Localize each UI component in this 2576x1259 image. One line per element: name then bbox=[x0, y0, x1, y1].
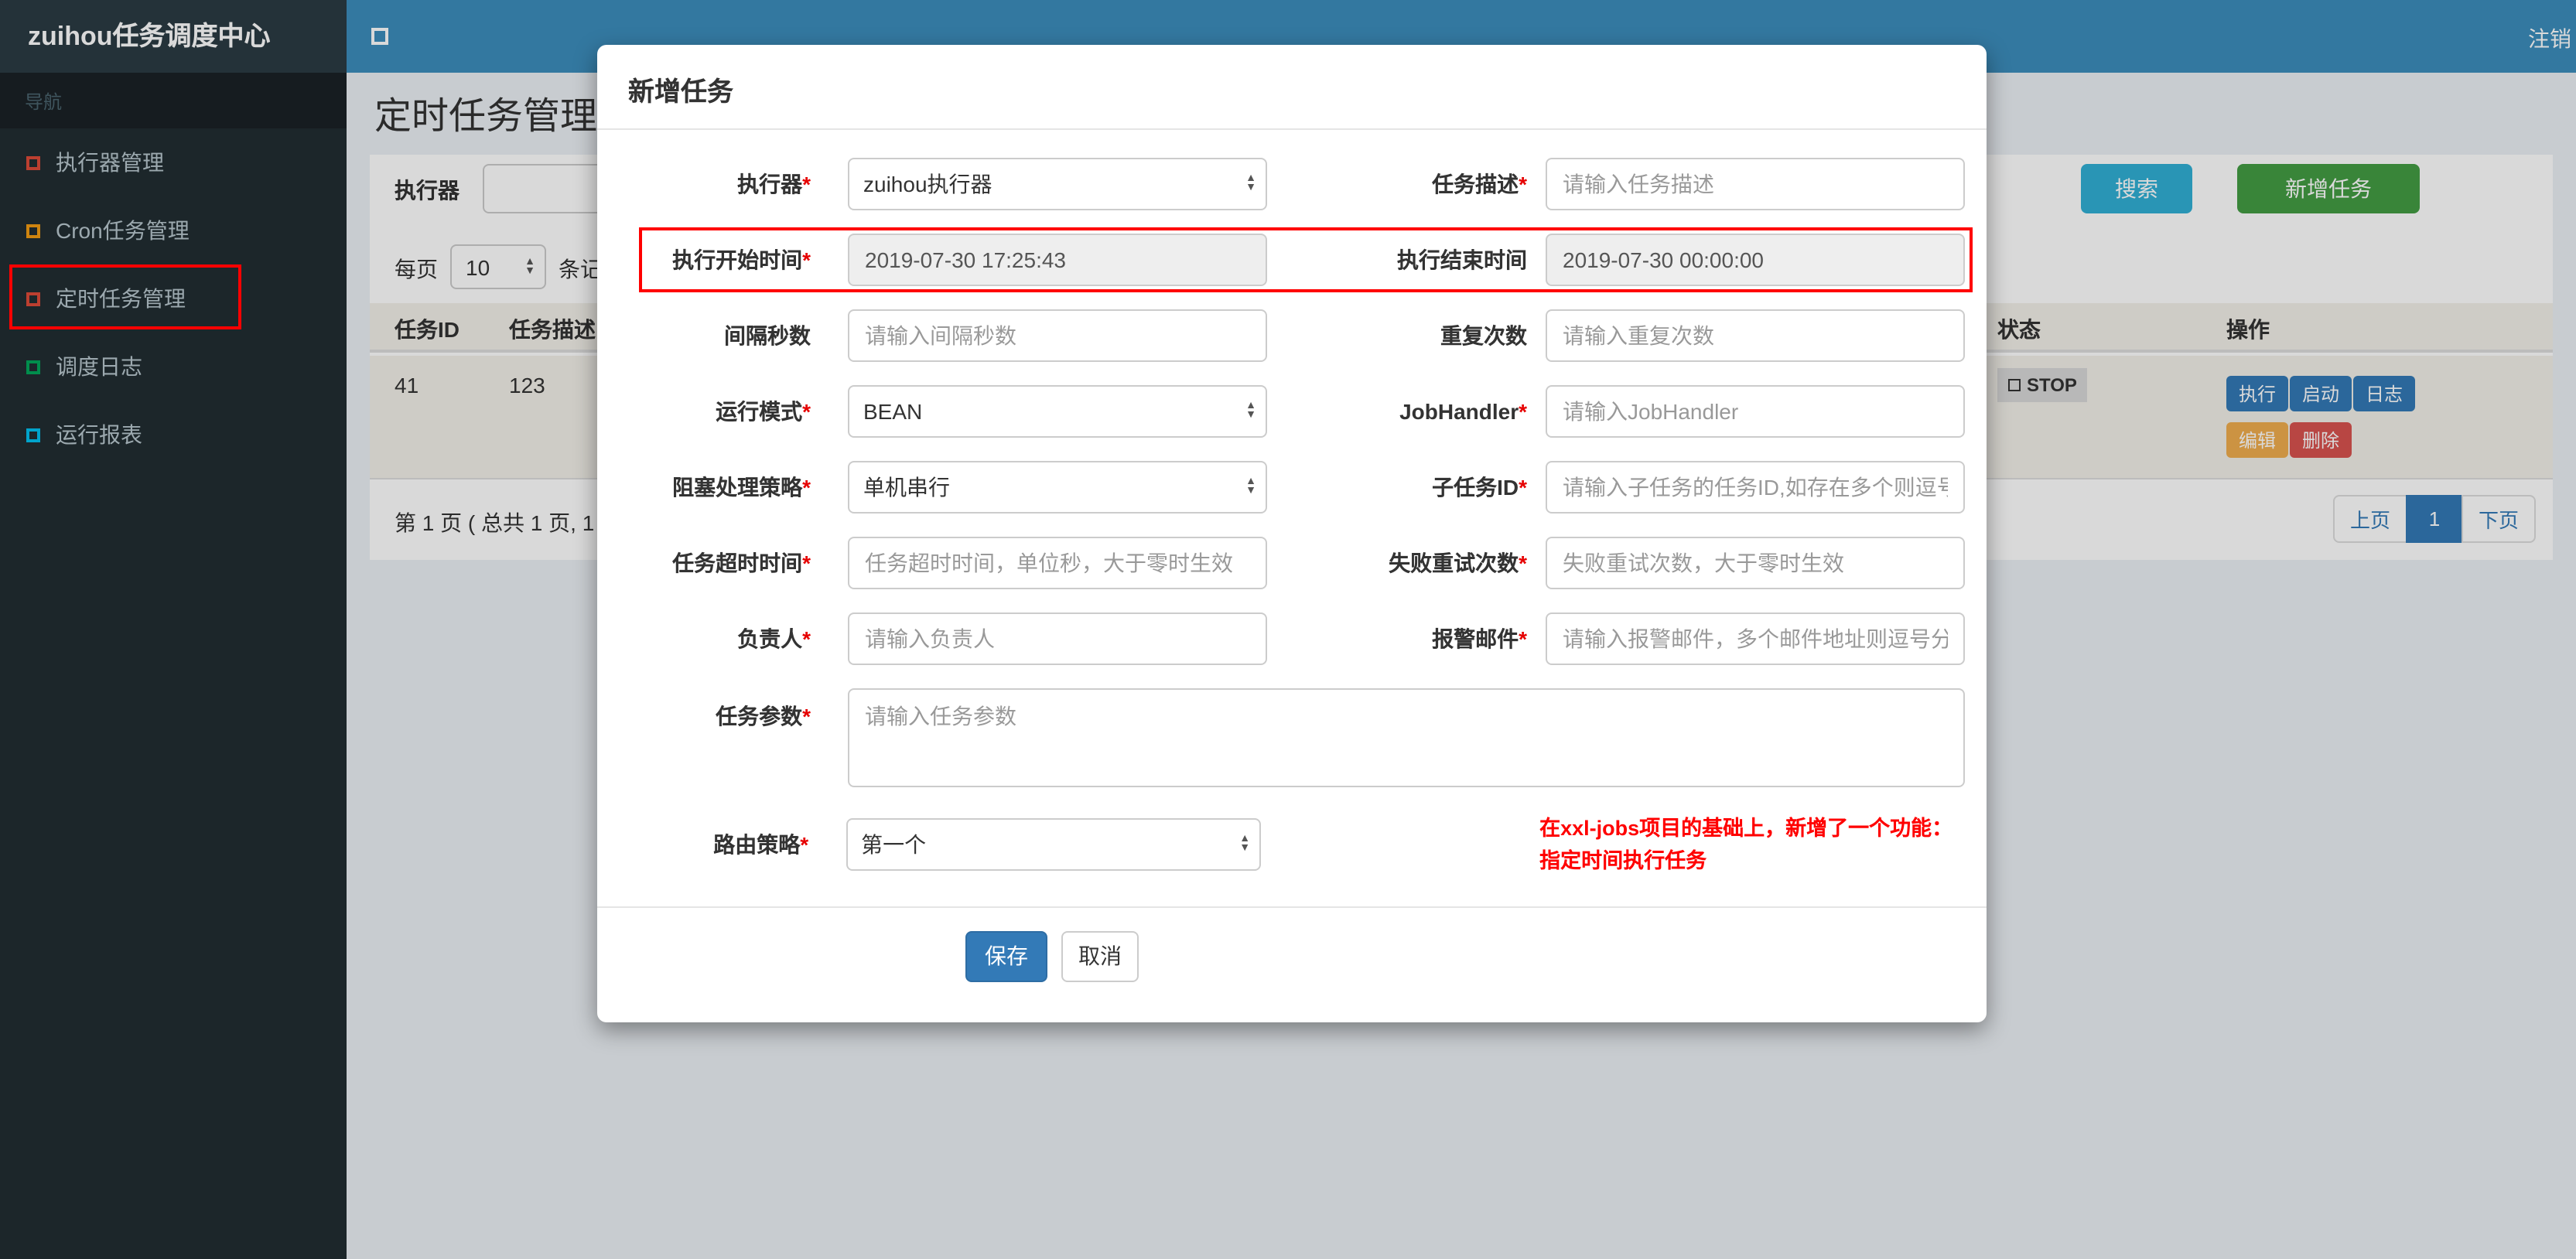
cancel-button[interactable]: 取消 bbox=[1061, 930, 1139, 982]
repeat-count-input[interactable] bbox=[1546, 309, 1965, 362]
required-asterisk: * bbox=[1519, 626, 1527, 651]
route-strategy-select[interactable]: 第一个 ▲ ▼ bbox=[846, 817, 1262, 871]
block-strategy-select[interactable]: 单机串行 ▲ ▼ bbox=[848, 461, 1267, 513]
field-label-block-strategy: 阻塞处理策略* bbox=[672, 475, 811, 500]
select-arrows-icon: ▲ ▼ bbox=[1239, 833, 1251, 854]
job-param-textarea[interactable] bbox=[848, 688, 1965, 787]
run-mode-select-value: BEAN bbox=[863, 399, 923, 424]
executor-select-value: zuihou执行器 bbox=[863, 172, 992, 196]
required-asterisk: * bbox=[1519, 172, 1527, 196]
field-label-owner: 负责人* bbox=[737, 626, 811, 651]
owner-input[interactable] bbox=[848, 612, 1267, 665]
timeout-input[interactable] bbox=[848, 537, 1267, 589]
field-label-interval: 间隔秒数 bbox=[724, 323, 811, 348]
modal-header: 新增任务 bbox=[597, 45, 1987, 130]
required-asterisk: * bbox=[802, 399, 811, 424]
field-label-run-mode: 运行模式* bbox=[716, 399, 811, 424]
required-asterisk: * bbox=[802, 551, 811, 575]
field-label-job-param: 任务参数* bbox=[716, 704, 811, 728]
interval-input[interactable] bbox=[848, 309, 1267, 362]
run-mode-select[interactable]: BEAN ▲ ▼ bbox=[848, 385, 1267, 438]
child-job-id-input[interactable] bbox=[1546, 461, 1965, 513]
retry-count-input[interactable] bbox=[1546, 537, 1965, 589]
field-label-timeout: 任务超时时间* bbox=[672, 551, 811, 575]
required-asterisk: * bbox=[802, 626, 811, 651]
required-asterisk: * bbox=[800, 831, 809, 857]
field-label-repeat: 重复次数 bbox=[1440, 323, 1527, 348]
end-time-input[interactable] bbox=[1546, 234, 1965, 286]
required-asterisk: * bbox=[1519, 551, 1527, 575]
required-asterisk: * bbox=[1519, 475, 1527, 500]
app-viewport: zuihou任务调度中心 注销 导航 执行器管理 Cron任务管理 定时任务管理… bbox=[0, 0, 2576, 1259]
field-label-executor: 执行器* bbox=[737, 172, 811, 196]
required-asterisk: * bbox=[802, 247, 811, 272]
select-arrows-icon: ▲ ▼ bbox=[1245, 476, 1256, 496]
required-asterisk: * bbox=[1519, 399, 1527, 424]
modal-title: 新增任务 bbox=[628, 77, 733, 107]
required-asterisk: * bbox=[802, 475, 811, 500]
field-label-job-handler: JobHandler* bbox=[1399, 399, 1527, 424]
route-strategy-select-value: 第一个 bbox=[861, 831, 927, 857]
add-task-modal: 新增任务 执行器* zuihou执行器 ▲▼ 任务描述* 执行开始时间* 执行结… bbox=[597, 45, 1987, 1022]
start-time-input[interactable] bbox=[848, 234, 1267, 286]
alarm-email-input[interactable] bbox=[1546, 612, 1965, 665]
executor-select[interactable]: zuihou执行器 ▲ ▼ bbox=[848, 158, 1267, 210]
modal-body: 执行器* zuihou执行器 ▲▼ 任务描述* 执行开始时间* 执行结束时间 bbox=[597, 130, 1987, 1022]
modal-footer: 保存 取消 bbox=[597, 908, 1987, 1022]
job-handler-input[interactable] bbox=[1546, 385, 1965, 438]
save-button[interactable]: 保存 bbox=[965, 930, 1047, 982]
task-desc-input[interactable] bbox=[1546, 158, 1965, 210]
field-label-child-job: 子任务ID* bbox=[1432, 475, 1527, 500]
field-label-start-time: 执行开始时间* bbox=[672, 247, 811, 272]
required-asterisk: * bbox=[802, 172, 811, 196]
field-label-end-time: 执行结束时间 bbox=[1397, 247, 1527, 272]
required-asterisk: * bbox=[802, 704, 811, 728]
field-label-retry: 失败重试次数* bbox=[1389, 551, 1527, 575]
time-range-row: 执行开始时间* 执行结束时间 bbox=[597, 227, 1987, 292]
field-label-alarm-email: 报警邮件* bbox=[1432, 626, 1527, 651]
field-label-task-desc: 任务描述* bbox=[1432, 172, 1527, 196]
select-arrows-icon: ▲ ▼ bbox=[1245, 401, 1256, 421]
select-arrows-icon: ▲ ▼ bbox=[1245, 173, 1256, 193]
feature-note-text: 在xxl-jobs项目的基础上，新增了一个功能： 指定时间执行任务 bbox=[1539, 817, 1953, 872]
field-label-route-strategy: 路由策略* bbox=[713, 831, 809, 857]
block-strategy-select-value: 单机串行 bbox=[863, 475, 950, 500]
